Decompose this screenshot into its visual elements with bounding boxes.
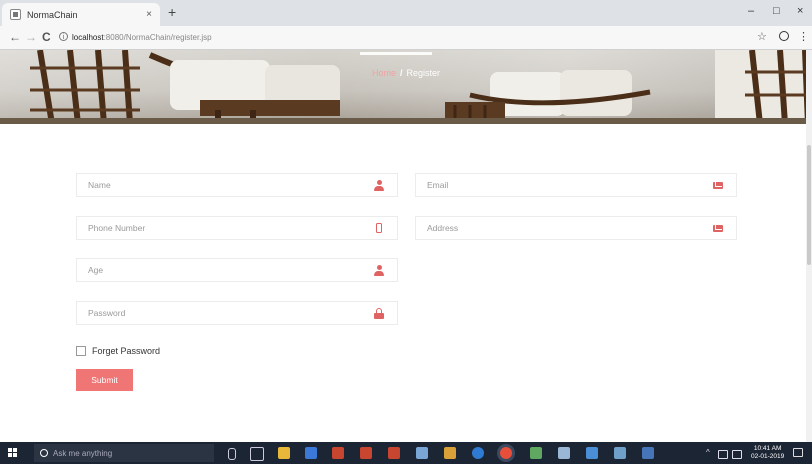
url-path: :8080/NormaChain/register.jsp: [103, 33, 212, 42]
clock-date: 02-01-2019: [751, 453, 785, 460]
password-field: [76, 301, 398, 325]
hero-banner: Home / Register: [0, 50, 812, 124]
phone-field: [76, 216, 398, 240]
password-input[interactable]: [77, 302, 397, 324]
favicon-icon: [10, 9, 21, 20]
reload-icon[interactable]: C: [42, 30, 51, 44]
email-input[interactable]: [416, 174, 736, 196]
forward-arrow-icon[interactable]: →: [25, 30, 37, 44]
user-icon: [374, 265, 384, 276]
address-field: [415, 216, 737, 240]
user-icon: [374, 180, 384, 191]
window-close-button[interactable]: ×: [797, 5, 803, 17]
name-input[interactable]: [77, 174, 397, 196]
forget-password-option[interactable]: Forget Password: [76, 346, 160, 356]
app-icon-6[interactable]: [530, 447, 542, 459]
clock-time: 10:41 AM: [753, 445, 782, 452]
url-host: localhost: [72, 33, 104, 42]
page-scrollbar[interactable]: [806, 50, 812, 442]
breadcrumb-current: Register: [406, 68, 441, 78]
minimize-button[interactable]: –: [748, 5, 754, 17]
browser-tab[interactable]: NormaChain ×: [2, 3, 160, 26]
tab-title: NormaChain: [27, 9, 78, 20]
lock-icon: [374, 308, 384, 319]
scrollbar-thumb[interactable]: [807, 145, 811, 265]
email-field: [415, 173, 737, 197]
windows-start-icon[interactable]: [8, 448, 18, 458]
app-icon-10[interactable]: [642, 447, 654, 459]
envelope-icon: [713, 180, 723, 191]
forget-password-checkbox[interactable]: [76, 346, 86, 356]
task-view-icon[interactable]: [250, 447, 264, 461]
tab-close-icon[interactable]: ×: [146, 9, 152, 20]
app-icon-9[interactable]: [614, 447, 626, 459]
app-icon-5[interactable]: [444, 447, 456, 459]
phone-icon: [374, 223, 384, 234]
cortana-icon: [40, 449, 48, 457]
breadcrumb-separator: /: [399, 68, 403, 78]
microphone-icon[interactable]: [228, 448, 236, 460]
address-input[interactable]: [416, 217, 736, 239]
app-icon-2[interactable]: [360, 447, 372, 459]
profile-icon[interactable]: [779, 31, 789, 41]
bookmark-star-icon[interactable]: ☆: [757, 30, 767, 43]
hero-floor: [0, 118, 812, 124]
taskbar-search-placeholder: Ask me anything: [53, 448, 113, 458]
furniture-illustration: [30, 50, 812, 124]
phone-input[interactable]: [77, 217, 397, 239]
envelope-icon: [713, 223, 723, 234]
chrome-browser-icon[interactable]: [500, 447, 512, 459]
file-explorer-icon[interactable]: [278, 447, 290, 459]
volume-icon[interactable]: [732, 450, 742, 459]
maximize-button[interactable]: □: [773, 5, 780, 17]
breadcrumb: Home / Register: [0, 68, 812, 78]
network-icon[interactable]: [718, 450, 728, 459]
menu-icon[interactable]: ⋮: [798, 30, 809, 43]
app-icon-3[interactable]: [388, 447, 400, 459]
app-icon-8[interactable]: [586, 447, 598, 459]
age-field: [76, 258, 398, 282]
app-icon-7[interactable]: [558, 447, 570, 459]
back-arrow-icon[interactable]: ←: [9, 30, 21, 44]
tray-chevron-icon[interactable]: ^: [706, 448, 710, 457]
forget-password-label: Forget Password: [92, 346, 161, 356]
submit-button[interactable]: Submit: [76, 369, 133, 391]
breadcrumb-home-link[interactable]: Home: [372, 68, 396, 78]
page-heading-fragment: [360, 52, 432, 55]
paint-app-icon[interactable]: [305, 447, 317, 459]
address-bar: ← → C i localhost:8080/NormaChain/regist…: [0, 26, 812, 50]
taskbar: Ask me anything ^ 10:41 AM 02-01-2019: [0, 442, 812, 464]
edge-browser-icon[interactable]: [472, 447, 484, 459]
url-field[interactable]: localhost:8080/NormaChain/register.jsp: [72, 33, 212, 42]
taskbar-clock[interactable]: 10:41 AM 02-01-2019: [751, 445, 784, 461]
new-tab-button[interactable]: +: [168, 4, 176, 20]
name-field: [76, 173, 398, 197]
info-icon[interactable]: i: [59, 32, 68, 41]
notifications-icon[interactable]: [793, 448, 803, 457]
app-icon-4[interactable]: [416, 447, 428, 459]
taskbar-search[interactable]: Ask me anything: [34, 444, 214, 462]
app-icon-1[interactable]: [332, 447, 344, 459]
age-input[interactable]: [77, 259, 397, 281]
browser-tab-bar: NormaChain × + – □ ×: [0, 0, 812, 26]
